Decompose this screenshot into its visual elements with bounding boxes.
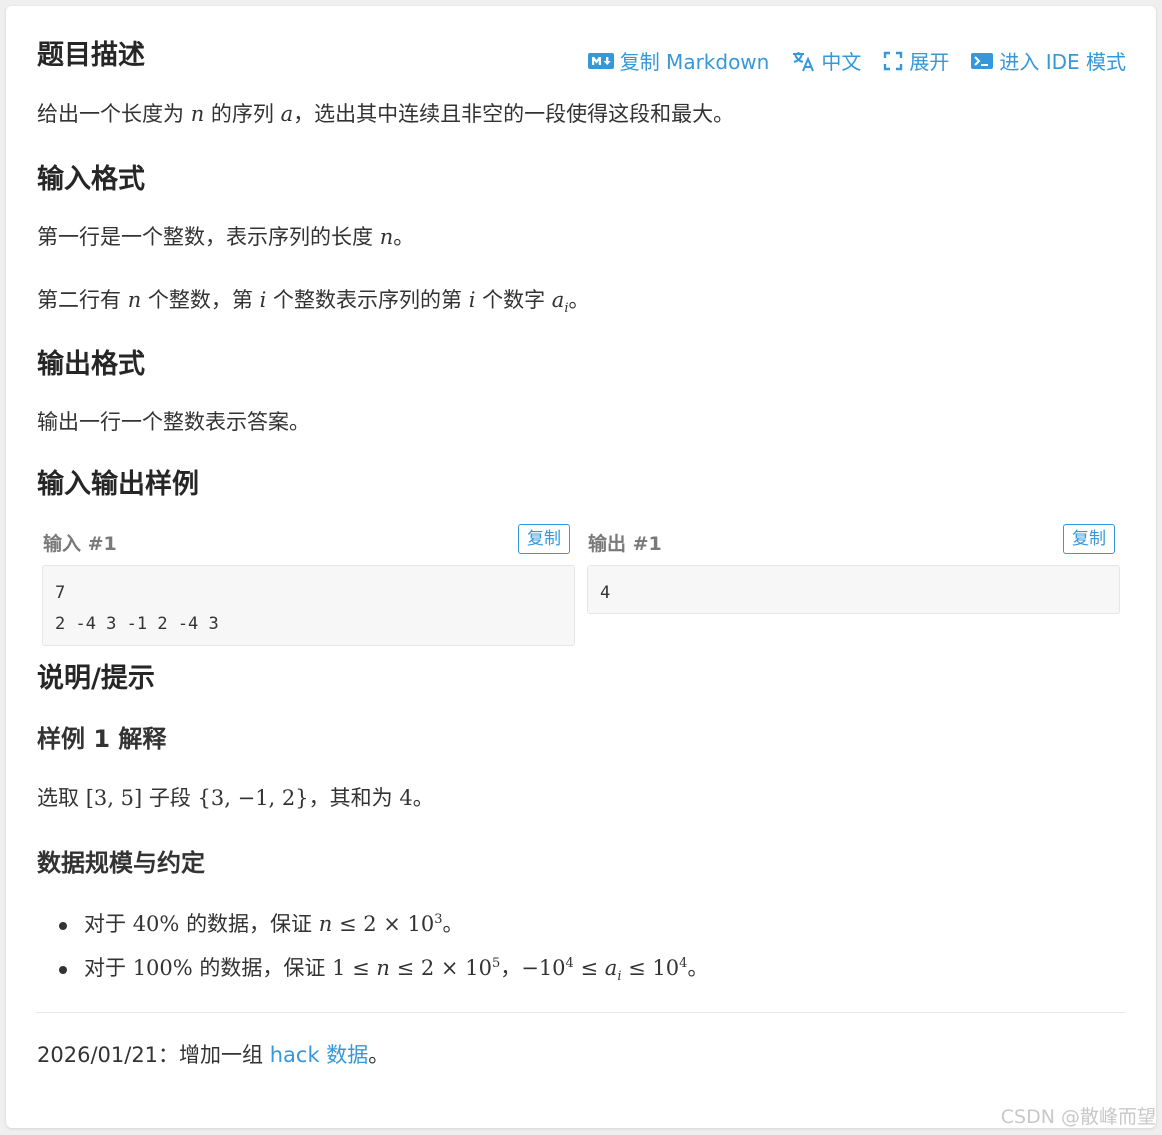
text-part: 对于 — [84, 912, 126, 936]
math-var: a — [280, 102, 294, 126]
copy-markdown-button[interactable]: 复制 Markdown — [587, 46, 770, 75]
output-sample-block: 4 — [587, 565, 1120, 614]
text-part: 。 — [393, 225, 415, 249]
hack-data-link[interactable]: hack 数据 — [270, 1043, 369, 1067]
text-part: 第二行有 — [37, 288, 121, 312]
math-exponent: 4 — [565, 956, 574, 971]
output-sample-label: 输出 #1 — [588, 533, 662, 555]
samples-heading: 输入输出样例 — [37, 469, 199, 500]
math-exponent: 5 — [491, 956, 501, 971]
math-expr: 1 ≤ — [332, 956, 377, 980]
watermark: CSDN @散峰而望 — [1000, 1106, 1156, 1128]
text-part: 。 — [368, 1043, 390, 1067]
update-note: 2026/01/21：增加一组 hack 数据。 — [37, 1045, 389, 1066]
description-text: 给出一个长度为 n 的序列 a，选出其中连续且非空的一段使得这段和最大。 — [37, 104, 734, 125]
input-format-line1: 第一行是一个整数，表示序列的长度 n。 — [37, 227, 414, 248]
description-part: 的序列 — [210, 102, 274, 126]
expand-button[interactable]: 展开 — [883, 46, 949, 75]
bullet-dot — [59, 922, 67, 930]
hint-heading: 说明/提示 — [37, 663, 155, 694]
constraint-item-2: 对于 100% 的数据，保证 1 ≤ n ≤ 2 × 105，−104 ≤ ai… — [84, 957, 708, 983]
text-part: 。 — [412, 786, 434, 810]
text-part: 。 — [568, 288, 590, 312]
math-expr: 4 — [399, 786, 413, 810]
math-expr: ≤ — [573, 956, 605, 980]
text-part: 。 — [442, 912, 464, 936]
math-expr: ≤ 2 × 10 — [389, 956, 492, 980]
math-var: n — [190, 102, 205, 126]
terminal-icon — [971, 52, 994, 69]
copy-input-button[interactable]: 复制 — [518, 524, 570, 554]
text-part: 。 — [687, 956, 709, 980]
text-part: 第一行是一个整数，表示序列的长度 — [37, 225, 373, 249]
text-part: ， — [500, 956, 522, 980]
math-expr: ≤ 10 — [621, 956, 680, 980]
divider — [36, 1012, 1126, 1013]
expand-icon — [884, 51, 903, 70]
math-var: n — [376, 956, 390, 980]
math-exponent: 3 — [434, 912, 443, 927]
language-label: 中文 — [821, 50, 862, 74]
text-part: 选取 — [37, 786, 79, 810]
constraint-item-1: 对于 40% 的数据，保证 n ≤ 2 × 103。 — [84, 913, 464, 935]
math-expr: −10 — [521, 956, 566, 980]
text-part: 个整数表示序列的第 — [273, 288, 462, 312]
copy-output-button[interactable]: 复制 — [1063, 524, 1115, 554]
math-var: a — [604, 956, 618, 980]
update-date-text: 2026/01/21：增加一组 — [37, 1043, 264, 1067]
language-button[interactable]: 中文 — [791, 46, 861, 75]
description-part: ，选出其中连续且非空的一段使得这段和最大。 — [293, 102, 735, 126]
input-format-line2: 第二行有 n 个整数，第 i 个整数表示序列的第 i 个数字 ai。 — [37, 288, 590, 316]
math-var: n — [127, 288, 142, 312]
input-sample-block: 7 2 -4 3 -1 2 -4 3 — [42, 565, 575, 646]
text-part: 的数据，保证 — [199, 956, 326, 980]
math-expr: 100% — [132, 956, 193, 980]
ide-mode-button[interactable]: 进入 IDE 模式 — [971, 46, 1126, 75]
translate-icon — [793, 51, 815, 71]
input-sample-label: 输入 #1 — [43, 533, 117, 555]
ide-mode-label: 进入 IDE 模式 — [999, 50, 1126, 74]
math-var: a — [551, 288, 565, 312]
math-expr: [3, 5] — [85, 786, 143, 810]
constraints-heading: 数据规模与约定 — [37, 849, 205, 877]
math-expr: 40% — [132, 912, 180, 936]
text-part: 个数字 — [482, 288, 546, 312]
output-format-heading: 输出格式 — [37, 349, 145, 380]
math-var: i — [468, 288, 476, 312]
copy-markdown-label: 复制 Markdown — [619, 50, 770, 74]
text-part: 子段 — [148, 786, 191, 810]
math-var: i — [259, 288, 267, 312]
toolbar: 复制 Markdown 中文 展开 进入 IDE 模式 — [587, 46, 1126, 75]
math-var: n — [318, 912, 333, 936]
input-format-heading: 输入格式 — [37, 164, 145, 195]
markdown-icon — [587, 52, 614, 69]
problem-card: 题目描述 复制 Markdown 中文 展开 进入 IDE 模式 给出一个长度为… — [6, 6, 1156, 1128]
text-part: 个整数，第 — [147, 288, 253, 312]
bullet-dot — [59, 966, 67, 974]
text-part: 的数据，保证 — [186, 912, 313, 936]
expand-label: 展开 — [909, 50, 950, 74]
math-expr: {3, −1, 2} — [197, 786, 309, 810]
output-format-line1: 输出一行一个整数表示答案。 — [37, 410, 310, 434]
description-part: 给出一个长度为 — [37, 102, 184, 126]
text-part: 对于 — [84, 956, 126, 980]
sample-explain-text: 选取 [3, 5] 子段 {3, −1, 2}，其和为 4。 — [37, 788, 434, 809]
sample-explain-heading: 样例 1 解释 — [37, 725, 167, 753]
page-title: 题目描述 — [37, 40, 145, 71]
math-expr: ≤ 2 × 10 — [332, 912, 435, 936]
math-var: n — [379, 225, 394, 249]
text-part: ，其和为 — [308, 786, 393, 810]
